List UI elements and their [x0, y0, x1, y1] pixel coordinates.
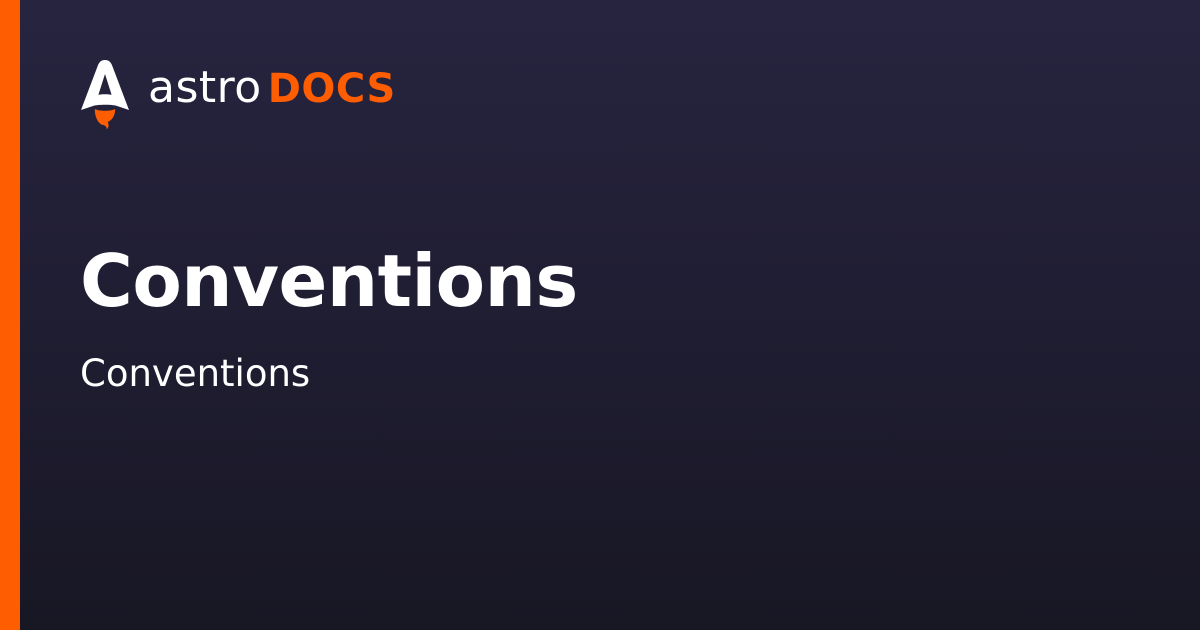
- logo-wordmark-docs: DOCS: [267, 66, 396, 112]
- page-title: Conventions: [80, 239, 578, 323]
- logo-wordmark-astro: astro: [148, 62, 262, 113]
- page-subtitle: Conventions: [80, 352, 311, 395]
- accent-bar: [0, 0, 20, 630]
- astro-docs-logo: astro DOCS: [80, 58, 396, 130]
- logo-wordmark: astro DOCS: [148, 66, 396, 110]
- astro-rocket-icon: [81, 60, 129, 130]
